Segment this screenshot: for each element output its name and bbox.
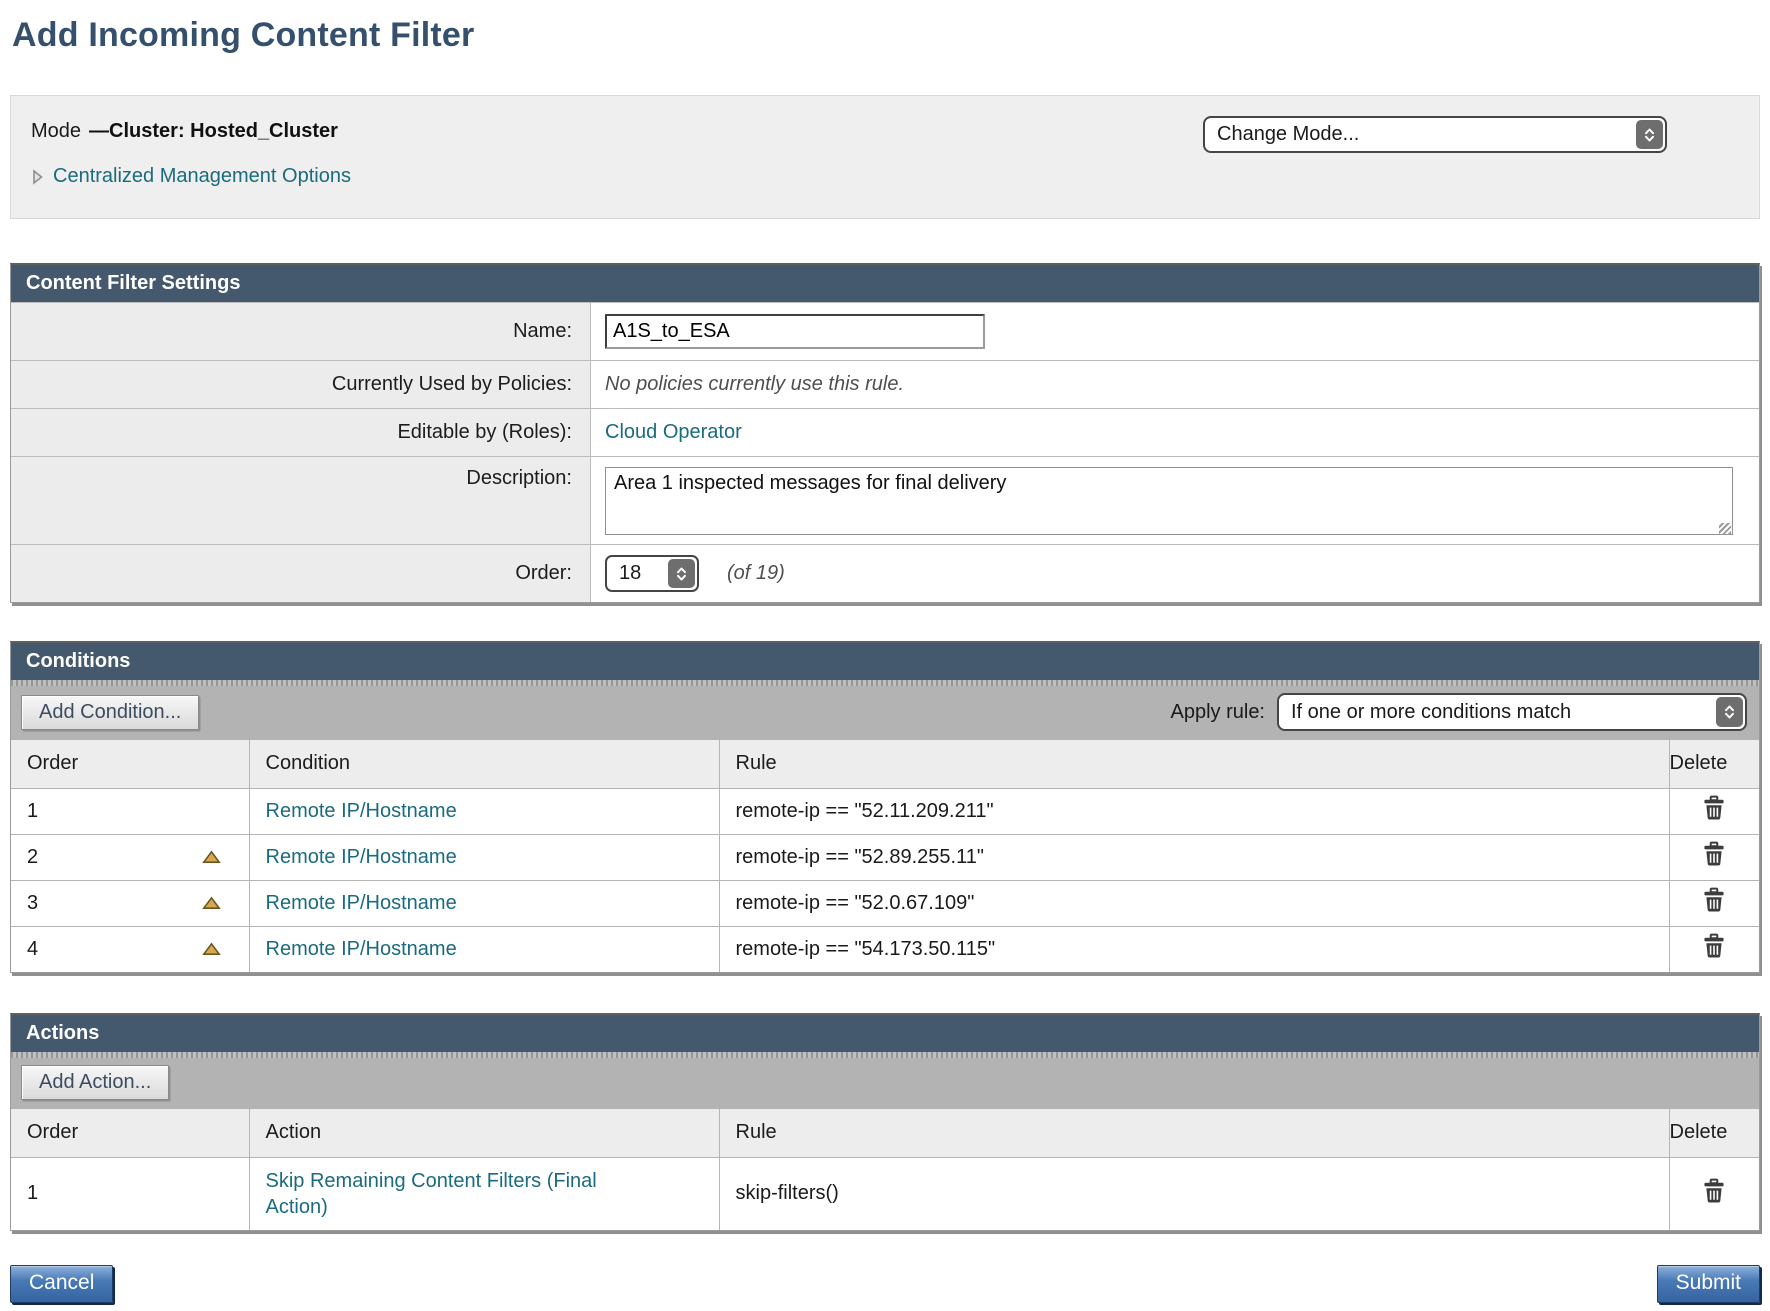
move-up-button[interactable] xyxy=(202,850,221,864)
column-header-rule: Rule xyxy=(719,740,1669,788)
action-link[interactable]: Skip Remaining Content Filters (Final Ac… xyxy=(266,1168,646,1220)
condition-order: 3 xyxy=(27,892,38,915)
table-row: 4 Remote IP/Hostname remote-ip == "54.17… xyxy=(11,926,1759,972)
name-label: Name: xyxy=(11,303,591,360)
conditions-table: Order Condition Rule Delete 1 Remote IP/… xyxy=(11,740,1759,972)
condition-link[interactable]: Remote IP/Hostname xyxy=(266,892,457,914)
condition-order: 1 xyxy=(27,800,38,823)
column-header-order: Order xyxy=(11,740,249,788)
policies-label: Currently Used by Policies: xyxy=(11,361,591,408)
cancel-button[interactable]: Cancel xyxy=(10,1265,113,1303)
action-rule-text: skip-filters() xyxy=(736,1182,839,1204)
policies-value: No policies currently use this rule. xyxy=(605,373,904,396)
table-row: 1 Skip Remaining Content Filters (Final … xyxy=(11,1157,1759,1230)
centralized-management-options-link[interactable]: Centralized Management Options xyxy=(53,165,351,188)
description-textarea-wrap: Area 1 inspected messages for final deli… xyxy=(605,467,1733,541)
condition-link[interactable]: Remote IP/Hostname xyxy=(266,800,457,822)
conditions-toolbar: Add Condition... Apply rule: If one or m… xyxy=(11,680,1759,740)
trash-icon xyxy=(1702,841,1726,867)
page-title: Add Incoming Content Filter xyxy=(12,16,1760,55)
move-up-icon xyxy=(202,850,221,864)
centralized-management-options-row: Centralized Management Options xyxy=(31,165,1739,188)
roles-label: Editable by (Roles): xyxy=(11,409,591,456)
table-row: 2 Remote IP/Hostname remote-ip == "52.89… xyxy=(11,834,1759,880)
settings-row-roles: Editable by (Roles): Cloud Operator xyxy=(11,408,1759,456)
actions-table-header-row: Order Action Rule Delete xyxy=(11,1109,1759,1157)
apply-rule-label: Apply rule: xyxy=(1171,701,1266,724)
change-mode-select[interactable]: Change Mode... xyxy=(1203,116,1667,153)
select-stepper-icon xyxy=(1716,697,1743,727)
move-up-icon xyxy=(202,942,221,956)
apply-rule-selected-value: If one or more conditions match xyxy=(1279,695,1714,729)
condition-order: 2 xyxy=(27,846,38,869)
actions-section: Actions Add Action... Order Action Rule … xyxy=(10,1013,1760,1231)
column-header-condition: Condition xyxy=(249,740,719,788)
content-filter-settings-section: Content Filter Settings Name: Currently … xyxy=(10,263,1760,603)
column-header-delete: Delete xyxy=(1669,1109,1759,1157)
action-order: 1 xyxy=(27,1182,38,1205)
description-label: Description: xyxy=(11,457,591,544)
description-textarea[interactable]: Area 1 inspected messages for final deli… xyxy=(605,467,1733,535)
move-up-icon xyxy=(202,896,221,910)
delete-button[interactable] xyxy=(1702,887,1726,913)
settings-row-policies: Currently Used by Policies: No policies … xyxy=(11,360,1759,408)
table-row: 3 Remote IP/Hostname remote-ip == "52.0.… xyxy=(11,880,1759,926)
table-row: 1 Remote IP/Hostname remote-ip == "52.11… xyxy=(11,788,1759,834)
add-condition-button[interactable]: Add Condition... xyxy=(21,695,199,730)
condition-rule-text: remote-ip == "52.11.209.211" xyxy=(736,800,994,822)
delete-button[interactable] xyxy=(1702,933,1726,959)
delete-button[interactable] xyxy=(1702,795,1726,821)
conditions-header: Conditions xyxy=(11,643,1759,680)
trash-icon xyxy=(1702,795,1726,821)
add-action-button[interactable]: Add Action... xyxy=(21,1065,169,1100)
delete-button[interactable] xyxy=(1702,841,1726,867)
order-selected-value: 18 xyxy=(607,557,666,590)
delete-button[interactable] xyxy=(1702,1178,1726,1204)
apply-rule-select[interactable]: If one or more conditions match xyxy=(1277,693,1747,731)
condition-link[interactable]: Remote IP/Hostname xyxy=(266,938,457,960)
trash-icon xyxy=(1702,1178,1726,1204)
trash-icon xyxy=(1702,933,1726,959)
submit-button[interactable]: Submit xyxy=(1657,1265,1760,1303)
order-select[interactable]: 18 xyxy=(605,555,699,592)
content-filter-settings-header: Content Filter Settings xyxy=(11,265,1759,302)
condition-rule-text: remote-ip == "54.173.50.115" xyxy=(736,938,996,960)
conditions-section: Conditions Add Condition... Apply rule: … xyxy=(10,641,1760,973)
apply-rule-group: Apply rule: If one or more conditions ma… xyxy=(1171,693,1748,731)
condition-order: 4 xyxy=(27,938,38,961)
name-input[interactable] xyxy=(605,314,985,349)
roles-link[interactable]: Cloud Operator xyxy=(605,421,742,444)
actions-toolbar: Add Action... xyxy=(11,1052,1759,1109)
settings-row-order: Order: 18 (of 19) xyxy=(11,544,1759,602)
order-total-text: (of 19) xyxy=(727,562,785,585)
settings-row-name: Name: xyxy=(11,302,1759,360)
select-stepper-icon xyxy=(1636,120,1663,149)
condition-link[interactable]: Remote IP/Hostname xyxy=(266,846,457,868)
actions-header: Actions xyxy=(11,1015,1759,1052)
change-mode-selected-value: Change Mode... xyxy=(1205,118,1634,151)
mode-panel: Mode —Cluster: Hosted_Cluster Change Mod… xyxy=(10,95,1760,219)
page: Add Incoming Content Filter Mode —Cluste… xyxy=(0,0,1770,1311)
mode-value: —Cluster: Hosted_Cluster xyxy=(89,120,338,143)
column-header-action: Action xyxy=(249,1109,719,1157)
mode-label: Mode xyxy=(31,120,81,143)
column-header-order: Order xyxy=(11,1109,249,1157)
move-up-button[interactable] xyxy=(202,896,221,910)
settings-row-description: Description: Area 1 inspected messages f… xyxy=(11,456,1759,544)
order-label: Order: xyxy=(11,545,591,602)
select-stepper-icon xyxy=(668,559,695,588)
condition-rule-text: remote-ip == "52.0.67.109" xyxy=(736,892,975,914)
disclosure-triangle-icon[interactable] xyxy=(31,168,44,186)
footer-bar: Cancel Submit xyxy=(10,1265,1760,1311)
actions-table: Order Action Rule Delete 1 Skip Remainin… xyxy=(11,1109,1759,1230)
trash-icon xyxy=(1702,887,1726,913)
condition-rule-text: remote-ip == "52.89.255.11" xyxy=(736,846,984,868)
move-up-button[interactable] xyxy=(202,942,221,956)
column-header-delete: Delete xyxy=(1669,740,1759,788)
conditions-table-header-row: Order Condition Rule Delete xyxy=(11,740,1759,788)
column-header-rule: Rule xyxy=(719,1109,1669,1157)
